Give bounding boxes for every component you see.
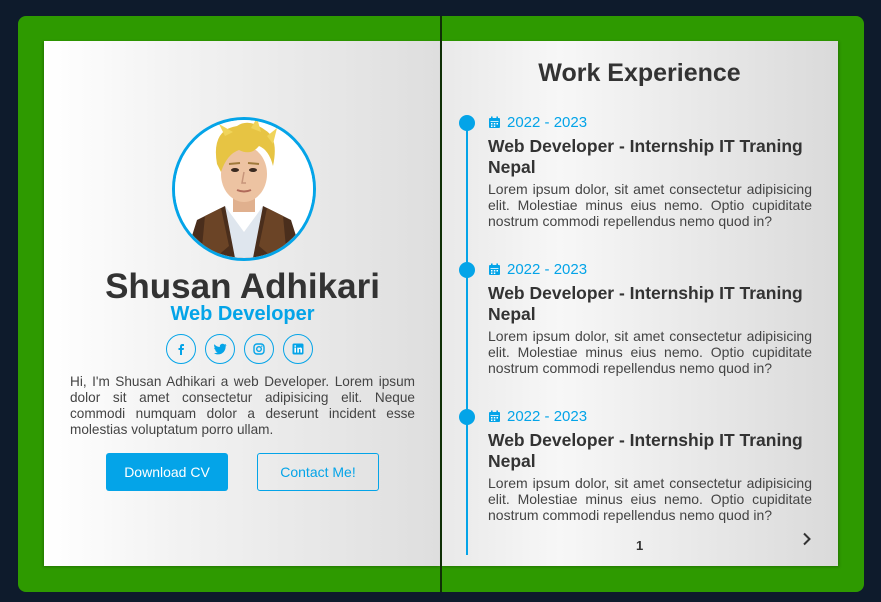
entry-title: Web Developer - Internship IT Traning Ne…	[488, 136, 803, 177]
twitter-icon	[213, 343, 226, 355]
next-page-button[interactable]	[799, 531, 815, 547]
calendar-icon	[489, 410, 500, 422]
experience-page: Work Experience 2022 - 2023 Web Develope…	[441, 41, 838, 566]
profile-bio: Hi, I'm Shusan Adhikari a web Developer.…	[70, 374, 415, 437]
calendar-icon	[489, 116, 500, 128]
entry-description: Lorem ipsum dolor, sit amet consectetur …	[488, 475, 812, 523]
entry-date: 2022 - 2023	[488, 114, 587, 131]
profile-name: Shusan Adhikari	[105, 267, 380, 306]
avatar-illustration	[175, 120, 313, 258]
entry-date: 2022 - 2023	[488, 408, 587, 425]
facebook-icon	[178, 344, 184, 355]
profile-role: Web Developer	[170, 303, 315, 325]
entry-date-text: 2022 - 2023	[507, 114, 588, 131]
timeline-dot	[459, 409, 475, 425]
entry-date-text: 2022 - 2023	[507, 261, 588, 278]
book-spine	[440, 16, 442, 592]
section-title: Work Experience	[538, 59, 741, 87]
instagram-icon	[253, 343, 265, 355]
calendar-icon	[489, 263, 500, 275]
entry-title: Web Developer - Internship IT Traning Ne…	[488, 283, 803, 324]
entry-title: Web Developer - Internship IT Traning Ne…	[488, 430, 803, 471]
timeline-line	[466, 123, 468, 555]
page-number: 1	[636, 538, 644, 553]
entry-date-text: 2022 - 2023	[507, 408, 588, 425]
twitter-link[interactable]	[205, 334, 235, 364]
timeline-dot	[459, 115, 475, 131]
profile-page: Shusan Adhikari Web Developer Hi, I'm Sh…	[44, 41, 441, 566]
entry-date: 2022 - 2023	[488, 261, 587, 278]
facebook-link[interactable]	[166, 334, 196, 364]
chevron-right-icon	[803, 532, 811, 546]
instagram-link[interactable]	[244, 334, 274, 364]
download-cv-button[interactable]: Download CV	[106, 453, 228, 491]
entry-description: Lorem ipsum dolor, sit amet consectetur …	[488, 181, 812, 229]
avatar	[172, 117, 316, 261]
contact-me-button[interactable]: Contact Me!	[257, 453, 379, 491]
linkedin-link[interactable]	[283, 334, 313, 364]
social-links	[166, 334, 313, 364]
timeline-dot	[459, 262, 475, 278]
linkedin-icon	[292, 343, 304, 355]
entry-description: Lorem ipsum dolor, sit amet consectetur …	[488, 328, 812, 376]
